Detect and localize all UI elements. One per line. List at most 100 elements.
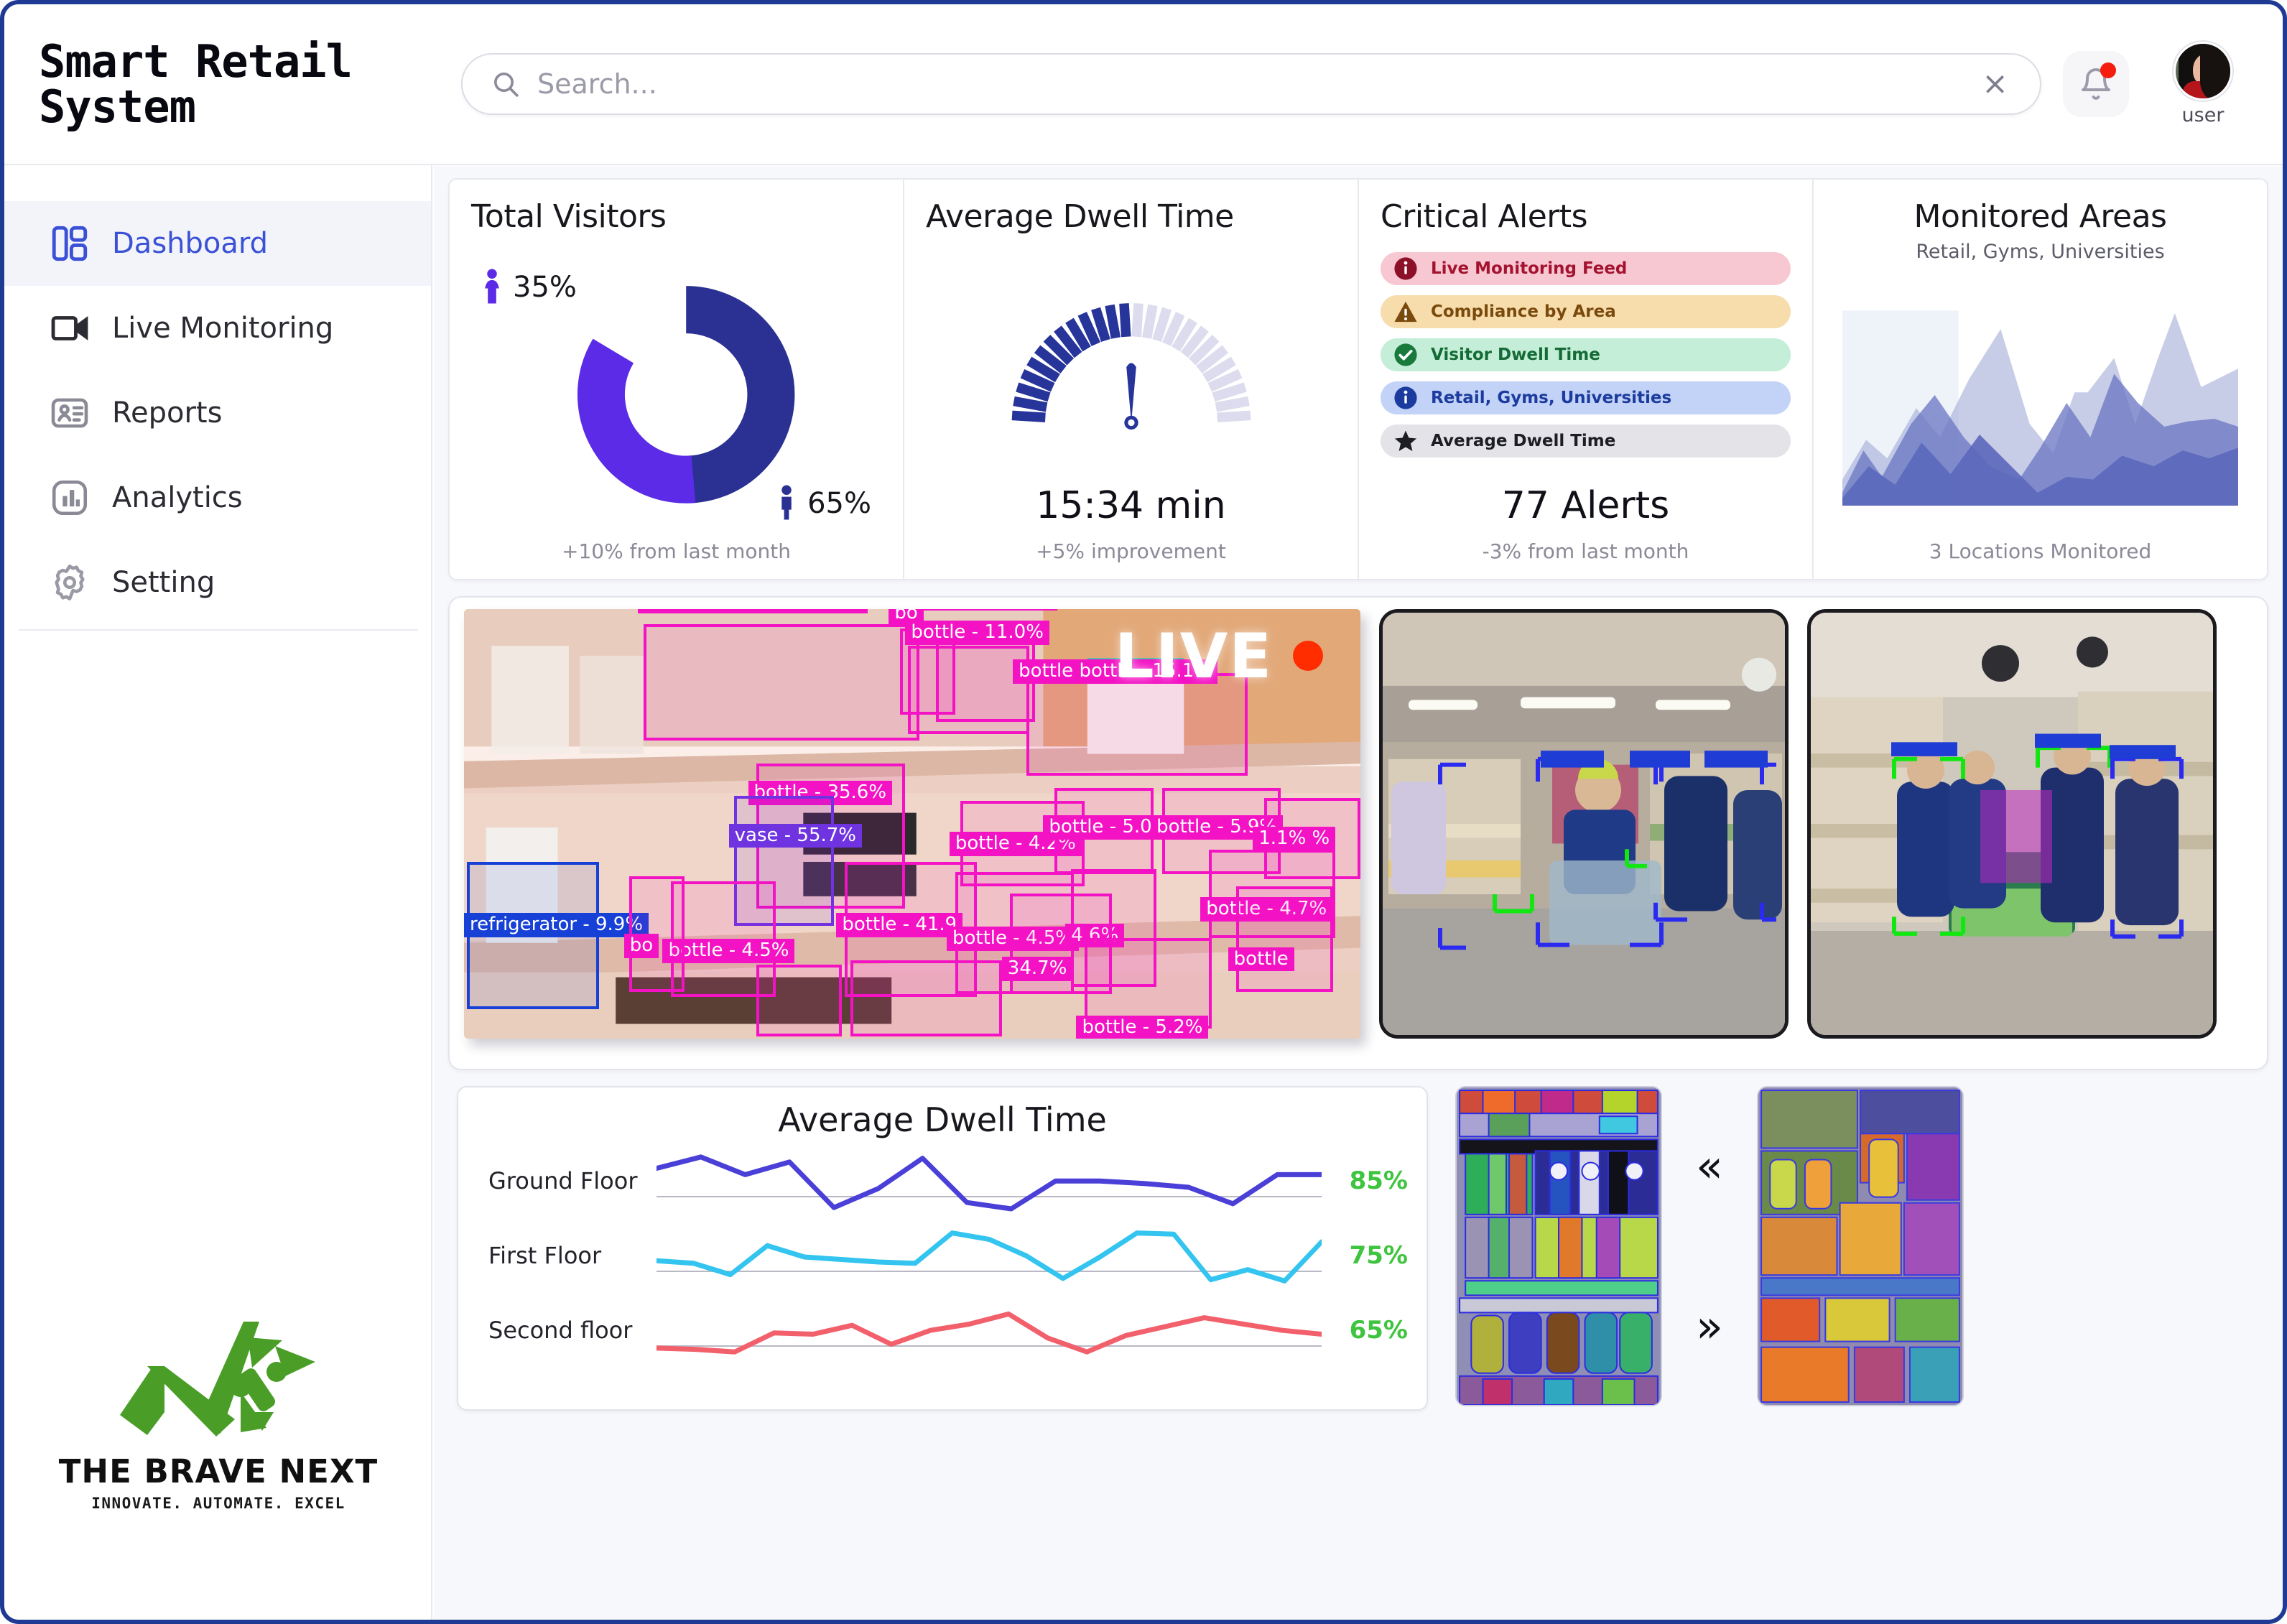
detection-label: bottle [1228,947,1294,972]
live-indicator-label: LIVE [1114,621,1273,692]
floor-percent: 75% [1349,1241,1408,1270]
carousel-prev-button[interactable]: « [1696,1143,1723,1189]
thumbnail-carousel: « » [1455,1086,1964,1406]
detection-label: vase - 55.7% [728,823,862,848]
dwell-value: 15:34 min [1036,484,1226,527]
sidebar-item-analytics[interactable]: Analytics [4,455,431,540]
app-window: Smart Retail System × [0,0,2287,1624]
floor-series-list: Ground Floor 85% First Floor 75% Second floo… [477,1143,1408,1368]
alert-label: Average Dwell Time [1431,432,1616,450]
sidebar-divider [19,629,418,631]
floor-series-row: First Floor 75% [477,1218,1408,1293]
bottom-row: Average Dwell Time Ground Floor 85% First … [448,1086,2268,1424]
card-footer: +10% from last month [562,539,791,563]
sidebar-item-label: Live Monitoring [112,312,334,345]
sidebar-item-reports[interactable]: Reports [4,371,431,455]
camera-2-scene [1383,613,1785,1035]
gear-icon [49,562,99,603]
logo-name: THE BRAVE NEXT [58,1452,379,1490]
floor-name: Ground Floor [488,1167,638,1194]
camera-feed-2[interactable] [1379,609,1789,1039]
thumbnail-1-scene [1457,1087,1661,1405]
main-content: Total Visitors 35% 65% +10% from last mo… [434,167,2283,1620]
legend-male: 65% [776,484,871,523]
card-footer: +5% improvement [1036,539,1226,563]
brave-next-logo-icon [120,1322,315,1437]
thumbnail-2-scene [1758,1087,1962,1405]
card-title: Monitored Areas [1913,198,2167,235]
search-box[interactable]: × [461,53,2041,115]
alert-label: Compliance by Area [1431,302,1616,321]
alert-label: Live Monitoring Feed [1431,259,1628,278]
alert-row[interactable]: Retail, Gyms, Universities [1381,381,1791,414]
sidebar-item-label: Setting [112,566,215,599]
dwell-time-chart-card: Average Dwell Time Ground Floor 85% First … [457,1086,1428,1411]
sparkline [657,1294,1322,1366]
dashboard-grid-icon [49,223,99,264]
detection-label: bottle - 11.0% [905,621,1049,645]
sidebar: Dashboard Live Monitoring Reports Analyt… [4,165,432,1620]
floor-series-row: Ground Floor 85% [477,1143,1408,1218]
camera-3-scene [1811,613,2213,1035]
detection-label: 1.1% % [1253,827,1336,852]
star-icon [1393,429,1418,453]
notifications-button[interactable] [2063,51,2129,117]
recording-dot-icon [1293,641,1323,671]
floor-percent: 65% [1349,1316,1408,1345]
alert-row[interactable]: Live Monitoring Feed [1381,252,1791,285]
kpi-card-critical-alerts: Critical Alerts Live Monitoring Feed Comp… [1359,180,1814,579]
alerts-list: Live Monitoring Feed Compliance by Area Vi… [1381,252,1791,458]
alerts-value: 77 Alerts [1501,484,1670,527]
search-input[interactable] [537,68,1982,100]
carousel-controls: « » [1662,1086,1757,1406]
sidebar-item-dashboard[interactable]: Dashboard [4,201,431,286]
warning-triangle-icon [1393,300,1418,324]
user-name: user [2181,104,2225,126]
alert-row[interactable]: Compliance by Area [1381,295,1791,328]
main-camera-feed[interactable]: bottl bot bottle - 46.9% bottle - 24.9% bo… [464,609,1360,1039]
thumbnail-1[interactable] [1455,1086,1662,1406]
sparkline [657,1145,1322,1217]
female-percent: 35% [513,271,577,304]
carousel-next-button[interactable]: » [1696,1304,1723,1349]
sidebar-item-label: Dashboard [112,227,269,260]
detection-label: bo [623,934,659,959]
sidebar-item-live-monitoring[interactable]: Live Monitoring [4,286,431,371]
detection-box [756,965,843,1036]
monitored-areas-chart [1842,310,2238,506]
sidebar-item-setting[interactable]: Setting [4,540,431,625]
male-icon [781,485,792,520]
detection-label: 34.7% [1001,957,1073,982]
bar-chart-icon [49,477,99,519]
app-title: Smart Retail System [39,34,353,133]
visitors-donut-chart [577,285,794,504]
card-title: Critical Alerts [1381,198,1588,235]
floor-name: Second floor [488,1317,633,1344]
floor-name: First Floor [488,1242,602,1269]
camera-feed-row: bottl bot bottle - 46.9% bottle - 24.9% bo… [448,596,2268,1070]
user-menu[interactable]: user [2149,42,2257,126]
detection-box [643,623,919,741]
clear-search-button[interactable]: × [1982,68,2008,99]
search-icon [491,70,520,98]
search-area: × [461,53,2041,115]
donut-area: 35% 65% [471,235,881,563]
logo-tagline: INNOVATE. AUTOMATE. EXCEL [91,1495,345,1512]
thumbnail-2[interactable] [1757,1086,1964,1406]
alert-row[interactable]: Average Dwell Time [1381,424,1791,458]
detection-box [850,960,1002,1036]
card-subtitle: Retail, Gyms, Universities [1916,241,2165,263]
alert-row[interactable]: Visitor Dwell Time [1381,338,1791,371]
kpi-card-total-visitors: Total Visitors 35% 65% +10% from last mo… [450,180,904,579]
floor-series-row: Second floor 65% [477,1293,1408,1368]
female-icon [485,269,499,304]
sidebar-item-label: Reports [112,396,223,430]
kpi-card-average-dwell-time: Average Dwell Time 15:34 min +5% improve… [904,180,1359,579]
detection-box [908,646,1030,735]
legend-female: 35% [481,268,577,307]
video-camera-icon [49,307,99,349]
area-chart-wrap [1835,274,2245,563]
id-card-icon [49,392,99,434]
detection-label: bottle - 5.2% [1076,1016,1209,1039]
camera-feed-3[interactable] [1807,609,2217,1039]
